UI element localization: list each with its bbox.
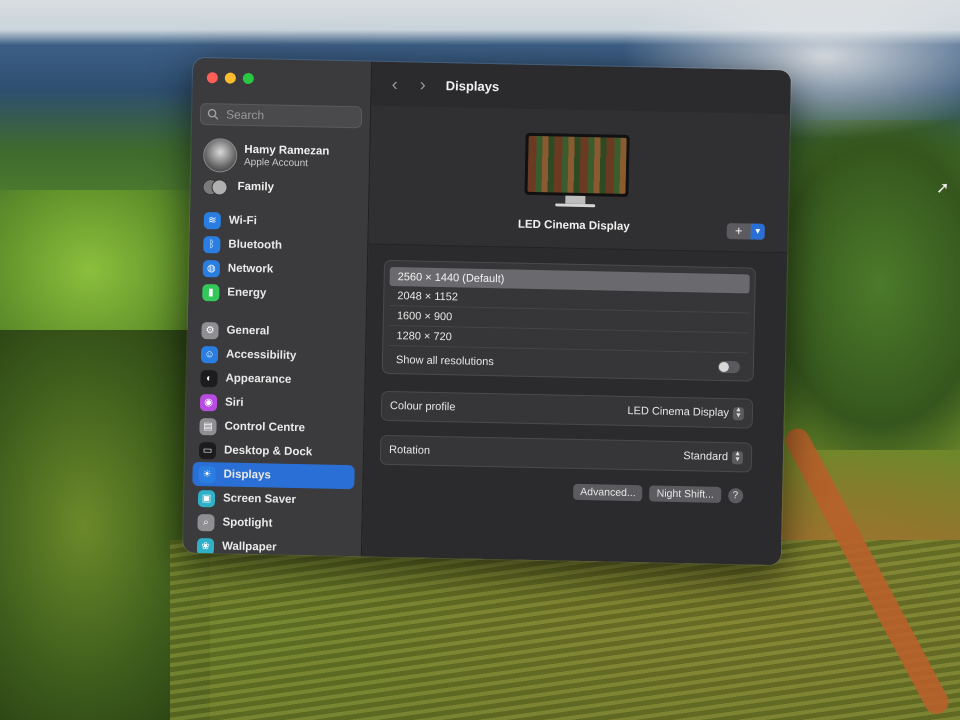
sidebar-item-wi-fi[interactable]: ≋ Wi-Fi bbox=[198, 208, 360, 235]
show-all-resolutions-toggle[interactable] bbox=[717, 360, 741, 374]
sidebar-item-family[interactable]: Family bbox=[202, 178, 275, 196]
sun-icon: ☀ bbox=[198, 465, 216, 483]
plus-icon: + bbox=[734, 223, 743, 239]
window-controls bbox=[206, 72, 254, 85]
search-field[interactable] bbox=[199, 102, 363, 129]
account-subtitle: Apple Account bbox=[243, 156, 309, 170]
family-icon bbox=[202, 178, 230, 196]
sidebar-item-accessibility[interactable]: ☺ Accessibility bbox=[195, 342, 357, 369]
apple-account-row[interactable]: Hamy Ramezan Apple Account bbox=[202, 138, 330, 175]
bluetooth-icon: ᛒ bbox=[203, 235, 221, 253]
sidebar-item-label: Desktop & Dock bbox=[223, 444, 313, 459]
search-input[interactable] bbox=[223, 106, 359, 126]
sidebar-item-control-centre[interactable]: ▤ Control Centre bbox=[193, 414, 355, 441]
rotation-value: Standard bbox=[683, 450, 729, 464]
close-button[interactable] bbox=[206, 72, 218, 84]
colour-profile-select[interactable]: LED Cinema Display ▲ ▼ bbox=[627, 404, 745, 420]
sidebar-item-energy[interactable]: ▮ Energy bbox=[196, 280, 358, 307]
show-all-resolutions-label: Show all resolutions bbox=[395, 354, 494, 369]
minimize-button[interactable] bbox=[224, 72, 236, 84]
sidebar-item-label: Energy bbox=[227, 286, 267, 300]
rotation-label: Rotation bbox=[388, 443, 431, 457]
gear-icon: ⚙ bbox=[201, 321, 219, 339]
sidebar-item-general[interactable]: ⚙ General bbox=[195, 318, 357, 345]
battery-icon: ▮ bbox=[202, 283, 220, 301]
sidebar-item-label: Wallpaper bbox=[221, 540, 277, 554]
night-shift-button[interactable]: Night Shift... bbox=[649, 485, 722, 503]
dock-icon: ▭ bbox=[198, 441, 217, 459]
rotation-select[interactable]: Standard ▲ ▼ bbox=[683, 450, 744, 464]
wallpaper-trees bbox=[760, 120, 960, 450]
sidebar-item-bluetooth[interactable]: ᛒ Bluetooth bbox=[197, 232, 359, 259]
forward-chevron-icon[interactable]: › bbox=[414, 74, 432, 95]
resolution-panel: 2560 × 1440 (Default) 2048 × 1152 1600 × 9… bbox=[381, 259, 756, 382]
back-chevron-icon[interactable]: ‹ bbox=[386, 73, 404, 94]
sidebar-item-label: Family bbox=[237, 180, 275, 194]
rotation-row: Rotation Standard ▲ ▼ bbox=[379, 434, 753, 473]
wallpaper-field bbox=[170, 540, 960, 720]
search-icon bbox=[207, 108, 219, 120]
sidebar-item-label: Accessibility bbox=[225, 348, 297, 363]
wallpaper-icon: ❀ bbox=[196, 537, 215, 555]
colour-profile-value: LED Cinema Display bbox=[627, 404, 730, 420]
appearance-icon: ◐ bbox=[200, 369, 218, 387]
sidebar-item-label: Appearance bbox=[225, 372, 292, 386]
monitor-icon[interactable] bbox=[524, 132, 630, 197]
sidebar-item-label: Siri bbox=[224, 396, 244, 409]
sidebar-item-label: Bluetooth bbox=[228, 238, 283, 252]
magnifier-icon: ⌕ bbox=[197, 513, 215, 531]
display-name: LED Cinema Display bbox=[517, 218, 630, 233]
up-down-arrows-icon: ▲ ▼ bbox=[732, 406, 745, 420]
display-preview-area: LED Cinema Display + ▼ bbox=[368, 105, 791, 254]
sidebar-item-label: Screen Saver bbox=[222, 492, 297, 507]
help-button[interactable]: ? bbox=[727, 487, 744, 503]
sidebar-item-label: Wi-Fi bbox=[228, 214, 257, 228]
mouse-cursor-icon: ➚ bbox=[936, 180, 950, 197]
sidebar-item-label: Displays bbox=[223, 468, 271, 482]
advanced-button[interactable]: Advanced... bbox=[573, 483, 643, 502]
sidebar-item-desktop-dock[interactable]: ▭ Desktop & Dock bbox=[193, 438, 355, 465]
sidebar-item-label: Network bbox=[227, 262, 274, 276]
sidebar-item-screen-saver[interactable]: ▣ Screen Saver bbox=[192, 486, 354, 513]
bottom-actions: Advanced... Night Shift... ? bbox=[573, 483, 744, 504]
monitor-foot bbox=[555, 203, 596, 208]
sidebar-item-displays[interactable]: ☀ Displays bbox=[192, 461, 355, 490]
sidebar: Hamy Ramezan Apple Account Family ≋ Wi-Fi… bbox=[182, 57, 373, 557]
add-display-button[interactable]: + ▼ bbox=[726, 223, 765, 240]
sidebar-item-label: General bbox=[226, 324, 270, 338]
screen-saver-icon: ▣ bbox=[197, 489, 216, 507]
account-name: Hamy Ramezan bbox=[244, 143, 330, 158]
main-pane: ‹ › Displays LED Cinema Display + ▼ 2560… bbox=[361, 61, 792, 566]
sidebar-item-appearance[interactable]: ◐ Appearance bbox=[194, 366, 356, 393]
sidebar-item-label: Spotlight bbox=[222, 516, 273, 530]
siri-icon: ◉ bbox=[199, 393, 218, 411]
control-centre-icon: ▤ bbox=[199, 417, 217, 435]
wifi-icon: ≋ bbox=[203, 211, 222, 229]
zoom-button[interactable] bbox=[242, 72, 254, 85]
sidebar-item-siri[interactable]: ◉ Siri bbox=[194, 390, 356, 417]
resolution-list: 2560 × 1440 (Default) 2048 × 1152 1600 × 9… bbox=[388, 266, 750, 354]
colour-profile-row: Colour profile LED Cinema Display ▲ ▼ bbox=[380, 390, 754, 429]
sidebar-item-network[interactable]: ◍ Network bbox=[197, 256, 359, 283]
page-title: Displays bbox=[445, 77, 500, 94]
globe-icon: ◍ bbox=[202, 259, 221, 277]
sidebar-group-network: ≋ Wi-Fi ᛒ Bluetooth ◍ Network ▮ Energy bbox=[196, 208, 360, 307]
monitor-wallpaper-thumbnail bbox=[527, 135, 627, 194]
chevron-down-icon[interactable]: ▼ bbox=[750, 223, 765, 240]
sidebar-item-label: Control Centre bbox=[224, 420, 306, 435]
up-down-arrows-icon: ▲ ▼ bbox=[731, 450, 744, 464]
avatar bbox=[202, 138, 238, 173]
sidebar-group-system: ⚙ General ☺ Accessibility ◐ Appearance ◉ Siri ▤ C… bbox=[191, 318, 358, 561]
accessibility-icon: ☺ bbox=[200, 345, 219, 363]
colour-profile-label: Colour profile bbox=[389, 399, 456, 414]
sidebar-item-spotlight[interactable]: ⌕ Spotlight bbox=[191, 510, 353, 537]
system-settings-window: Hamy Ramezan Apple Account Family ≋ Wi-Fi… bbox=[182, 57, 792, 566]
